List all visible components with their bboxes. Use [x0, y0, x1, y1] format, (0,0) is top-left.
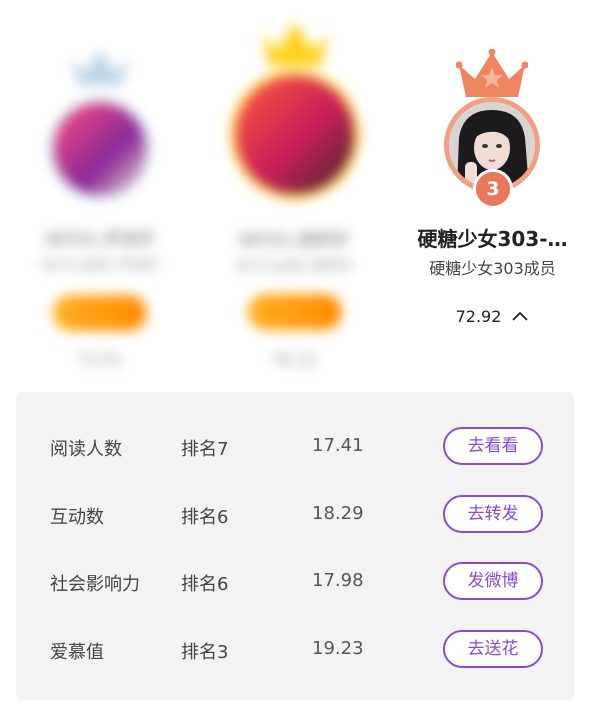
score-details-panel: 阅读人数 排名7 17.41 去看看 互动数 排名6 18.29 去转发 社会影…: [16, 392, 574, 700]
crown-icon: [72, 49, 128, 85]
candidate-group: INTO1成员-周柯宇: [234, 259, 354, 275]
vote-button[interactable]: [53, 295, 147, 331]
ranking-podium: INTO1-尹浩宇 INTO1成员-尹浩宇 73.01 INTO1-周柯宇 IN…: [0, 0, 591, 390]
detail-label: 社会影响力: [50, 574, 140, 595]
detail-label: 爱慕值: [50, 642, 104, 663]
action-button[interactable]: 去转发: [443, 495, 543, 533]
avatar[interactable]: [54, 103, 146, 195]
detail-label: 阅读人数: [50, 439, 122, 460]
detail-row: 社会影响力 排名6 17.98 发微博: [16, 562, 574, 602]
detail-value: 17.41: [312, 435, 364, 456]
candidate-score: 73.01: [77, 350, 123, 369]
detail-rank: 排名3: [181, 642, 229, 663]
detail-row: 爱慕值 排名3 19.23 去送花: [16, 630, 574, 670]
action-button[interactable]: 发微博: [443, 562, 543, 600]
detail-rank: 排名7: [181, 439, 229, 460]
detail-value: 19.23: [312, 638, 364, 659]
crown-icon: [262, 22, 328, 66]
detail-row: 互动数 排名6 18.29 去转发: [16, 495, 574, 535]
candidate-name: 硬糖少女303-…: [417, 227, 568, 251]
detail-row: 阅读人数 排名7 17.41 去看看: [16, 427, 574, 467]
candidate-name: INTO1-尹浩宇: [45, 230, 155, 250]
detail-label: 互动数: [50, 507, 104, 528]
vote-button[interactable]: [248, 294, 342, 330]
detail-value: 18.29: [312, 503, 364, 524]
candidate-card-selected[interactable]: 3 硬糖少女303-… 硬糖少女303成员 72.92: [400, 45, 585, 345]
candidate-score: 72.92: [455, 307, 502, 326]
candidate-group: 硬糖少女303成员: [429, 259, 556, 278]
crown-icon: [456, 49, 528, 97]
candidate-group: INTO1成员-尹浩宇: [40, 258, 160, 274]
detail-rank: 排名6: [181, 507, 229, 528]
rank-badge: 3: [473, 169, 513, 209]
action-button[interactable]: 去送花: [443, 630, 543, 668]
candidate-name: INTO1-周柯宇: [239, 231, 349, 251]
chevron-up-icon[interactable]: [511, 310, 529, 326]
detail-rank: 排名6: [181, 574, 229, 595]
avatar[interactable]: [236, 76, 354, 194]
candidate-score: 76.22: [271, 350, 317, 369]
score-toggle[interactable]: 72.92: [400, 307, 585, 326]
action-button[interactable]: 去看看: [443, 427, 543, 465]
detail-value: 17.98: [312, 570, 364, 591]
candidate-card-left[interactable]: INTO1-尹浩宇 INTO1成员-尹浩宇 73.01: [20, 45, 180, 375]
candidate-card-middle[interactable]: INTO1-周柯宇 INTO1成员-周柯宇 76.22: [208, 18, 380, 378]
